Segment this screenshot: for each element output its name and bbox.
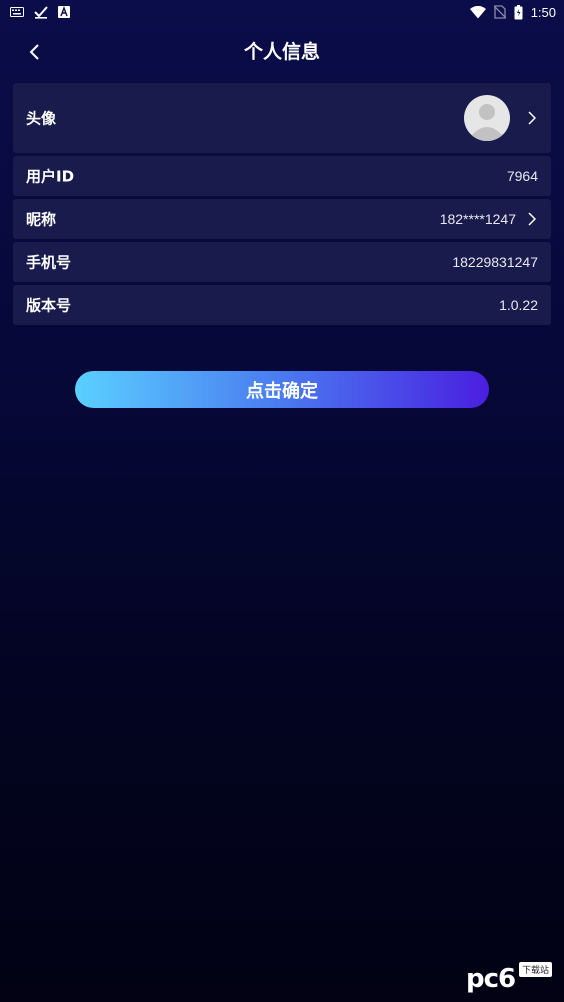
chevron-right-icon <box>525 111 539 125</box>
row-label-avatar: 头像 <box>26 109 57 128</box>
status-bar: 1:50 <box>0 0 564 24</box>
row-user-id: 用户ID 7964 <box>13 156 551 196</box>
watermark-text: pc6 <box>466 964 516 994</box>
keyboard-icon <box>10 7 24 17</box>
watermark-logo: 下载站 pc6 <box>466 958 552 994</box>
no-sim-icon <box>493 5 506 19</box>
battery-icon <box>514 4 523 20</box>
row-value-phone: 18229831247 <box>452 254 538 270</box>
confirm-button[interactable]: 点击确定 <box>75 371 489 408</box>
row-avatar[interactable]: 头像 <box>13 83 551 153</box>
status-time: 1:50 <box>530 4 556 20</box>
check-icon <box>34 5 48 19</box>
row-label-user-id: 用户ID <box>26 167 75 186</box>
row-phone: 手机号 18229831247 <box>13 242 551 282</box>
font-icon <box>58 6 70 18</box>
page-title: 个人信息 <box>243 41 320 63</box>
row-label-version: 版本号 <box>26 296 72 315</box>
row-value-nickname: 182****1247 <box>439 211 516 227</box>
row-nickname[interactable]: 昵称 182****1247 <box>13 199 551 239</box>
header: 个人信息 <box>0 28 564 76</box>
row-label-phone: 手机号 <box>26 253 72 272</box>
watermark-tag: 下载站 <box>518 962 552 977</box>
status-bar-left <box>10 4 70 20</box>
status-bar-right: 1:50 <box>469 4 556 20</box>
chevron-right-icon <box>525 212 539 226</box>
avatar <box>464 95 510 141</box>
row-label-nickname: 昵称 <box>26 210 57 229</box>
row-value-user-id: 7964 <box>506 168 538 184</box>
row-version: 版本号 1.0.22 <box>13 285 551 325</box>
wifi-icon <box>469 5 486 19</box>
row-value-version: 1.0.22 <box>499 297 538 313</box>
